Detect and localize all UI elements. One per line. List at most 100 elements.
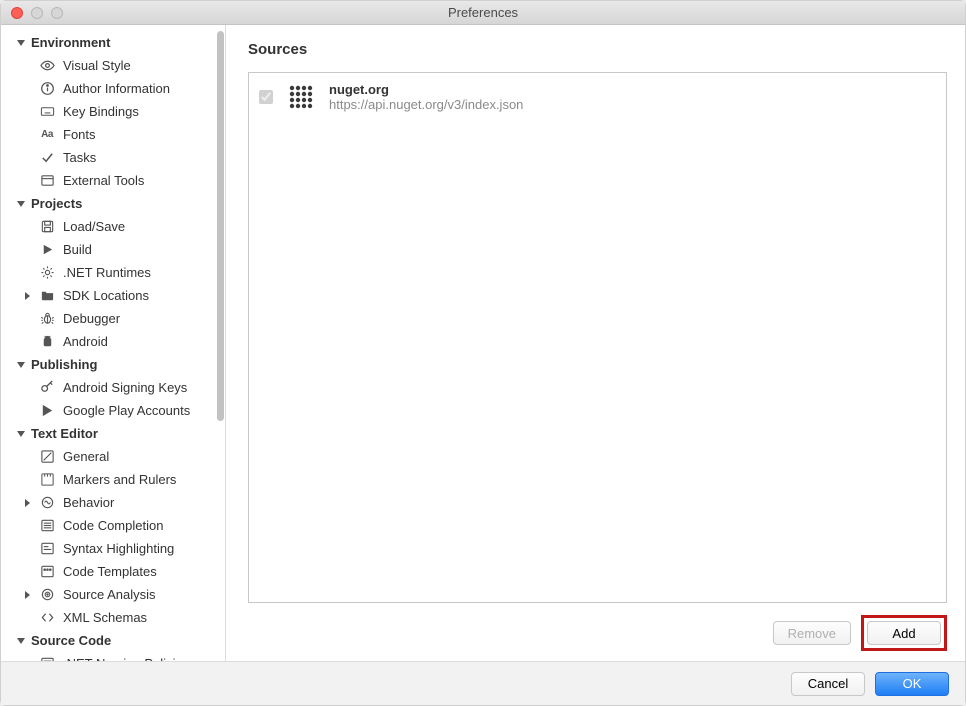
sidebar-item-label: Android Signing Keys	[63, 379, 187, 396]
sidebar-item-label: Android	[63, 333, 108, 350]
chevron-down-icon	[17, 201, 25, 207]
sidebar-group-label: Publishing	[31, 357, 97, 372]
sidebar-group-label: Environment	[31, 35, 110, 50]
sources-list[interactable]: nuget.org https://api.nuget.org/v3/index…	[248, 72, 947, 603]
sidebar-scrollbar-thumb[interactable]	[217, 31, 224, 421]
sidebar-item[interactable]: Android	[1, 330, 225, 353]
sidebar-item-label: XML Schemas	[63, 609, 147, 626]
sidebar-item-label: Google Play Accounts	[63, 402, 190, 419]
disk-icon	[39, 219, 55, 235]
source-url: https://api.nuget.org/v3/index.json	[329, 97, 523, 112]
sidebar-item-label: Syntax Highlighting	[63, 540, 174, 557]
sidebar-item-label: Debugger	[63, 310, 120, 327]
play-icon	[39, 242, 55, 258]
rulers-icon	[39, 472, 55, 488]
eye-icon	[39, 58, 55, 74]
sidebar-item[interactable]: Google Play Accounts	[1, 399, 225, 422]
bug-icon	[39, 311, 55, 327]
sidebar-group-header[interactable]: Projects	[1, 192, 225, 215]
sidebar-item-label: Fonts	[63, 126, 96, 143]
preferences-sidebar[interactable]: Environment Visual Style Author Informatio…	[1, 25, 226, 661]
sidebar-item[interactable]: XML Schemas	[1, 606, 225, 629]
sidebar-group-label: Projects	[31, 196, 82, 211]
sidebar-item-label: Code Templates	[63, 563, 157, 580]
gear-icon	[39, 265, 55, 281]
list-icon	[39, 656, 55, 662]
chevron-right-icon	[25, 292, 30, 300]
dialog-footer: Cancel OK	[1, 661, 965, 705]
sidebar-item[interactable]: .NET Naming Policies	[1, 652, 225, 661]
remove-button[interactable]: Remove	[773, 621, 851, 645]
source-row[interactable]: nuget.org https://api.nuget.org/v3/index…	[249, 73, 946, 121]
sidebar-item[interactable]: Debugger	[1, 307, 225, 330]
sidebar-item-label: .NET Runtimes	[63, 264, 151, 281]
sidebar-item[interactable]: General	[1, 445, 225, 468]
sidebar-item-label: Key Bindings	[63, 103, 139, 120]
sidebar-item-label: Behavior	[63, 494, 114, 511]
sidebar-item-label: Markers and Rulers	[63, 471, 176, 488]
ok-button[interactable]: OK	[875, 672, 949, 696]
window-title: Preferences	[1, 5, 965, 20]
sidebar-item-label: Tasks	[63, 149, 96, 166]
sidebar-item[interactable]: Code Completion	[1, 514, 225, 537]
add-button[interactable]: Add	[867, 621, 941, 645]
sources-buttons: Remove Add	[248, 603, 947, 651]
sidebar-group-header[interactable]: Source Code	[1, 629, 225, 652]
font-icon: Aa	[39, 127, 55, 143]
sidebar-item[interactable]: External Tools	[1, 169, 225, 192]
sidebar-item[interactable]: Load/Save	[1, 215, 225, 238]
sidebar-item-label: Visual Style	[63, 57, 131, 74]
key-icon	[39, 380, 55, 396]
sidebar-item-label: Code Completion	[63, 517, 163, 534]
sidebar-item[interactable]: Behavior	[1, 491, 225, 514]
sidebar-group-header[interactable]: Publishing	[1, 353, 225, 376]
sidebar-item[interactable]: Markers and Rulers	[1, 468, 225, 491]
sidebar-item[interactable]: Tasks	[1, 146, 225, 169]
sidebar-item-label: General	[63, 448, 109, 465]
sidebar-item-label: External Tools	[63, 172, 144, 189]
highlight-icon	[39, 541, 55, 557]
chevron-down-icon	[17, 431, 25, 437]
sidebar-item[interactable]: Visual Style	[1, 54, 225, 77]
cancel-button[interactable]: Cancel	[791, 672, 865, 696]
add-button-highlight: Add	[861, 615, 947, 651]
source-name: nuget.org	[329, 82, 523, 97]
sidebar-item[interactable]: Build	[1, 238, 225, 261]
chevron-down-icon	[17, 362, 25, 368]
chevron-right-icon	[25, 591, 30, 599]
sidebar-item-label: .NET Naming Policies	[63, 655, 189, 661]
sidebar-group-header[interactable]: Environment	[1, 31, 225, 54]
template-icon	[39, 564, 55, 580]
xml-icon	[39, 610, 55, 626]
sidebar-item-label: Load/Save	[63, 218, 125, 235]
sidebar-item[interactable]: Aa Fonts	[1, 123, 225, 146]
info-icon	[39, 81, 55, 97]
sidebar-group-header[interactable]: Text Editor	[1, 422, 225, 445]
sidebar-item[interactable]: Source Analysis	[1, 583, 225, 606]
android-icon	[39, 334, 55, 350]
pencil-icon	[39, 449, 55, 465]
sidebar-item-label: Author Information	[63, 80, 170, 97]
chevron-down-icon	[17, 40, 25, 46]
play-store-icon	[39, 403, 55, 419]
sidebar-item-label: SDK Locations	[63, 287, 149, 304]
panel-heading: Sources	[248, 41, 947, 58]
sidebar-item[interactable]: Syntax Highlighting	[1, 537, 225, 560]
nuget-icon	[285, 81, 317, 113]
sidebar-item[interactable]: Key Bindings	[1, 100, 225, 123]
behavior-icon	[39, 495, 55, 511]
chevron-right-icon	[25, 499, 30, 507]
sidebar-item-label: Source Analysis	[63, 586, 156, 603]
sidebar-item[interactable]: .NET Runtimes	[1, 261, 225, 284]
source-enabled-checkbox[interactable]	[259, 90, 273, 104]
sidebar-item[interactable]: Author Information	[1, 77, 225, 100]
sidebar-group-label: Source Code	[31, 633, 111, 648]
sidebar-item[interactable]: Android Signing Keys	[1, 376, 225, 399]
main-panel: Sources nuget.org https://api.nuget.org/…	[226, 25, 965, 661]
list-icon	[39, 518, 55, 534]
sidebar-item[interactable]: SDK Locations	[1, 284, 225, 307]
window-icon	[39, 173, 55, 189]
folder-icon	[39, 288, 55, 304]
sidebar-item[interactable]: Code Templates	[1, 560, 225, 583]
sidebar-group-label: Text Editor	[31, 426, 98, 441]
